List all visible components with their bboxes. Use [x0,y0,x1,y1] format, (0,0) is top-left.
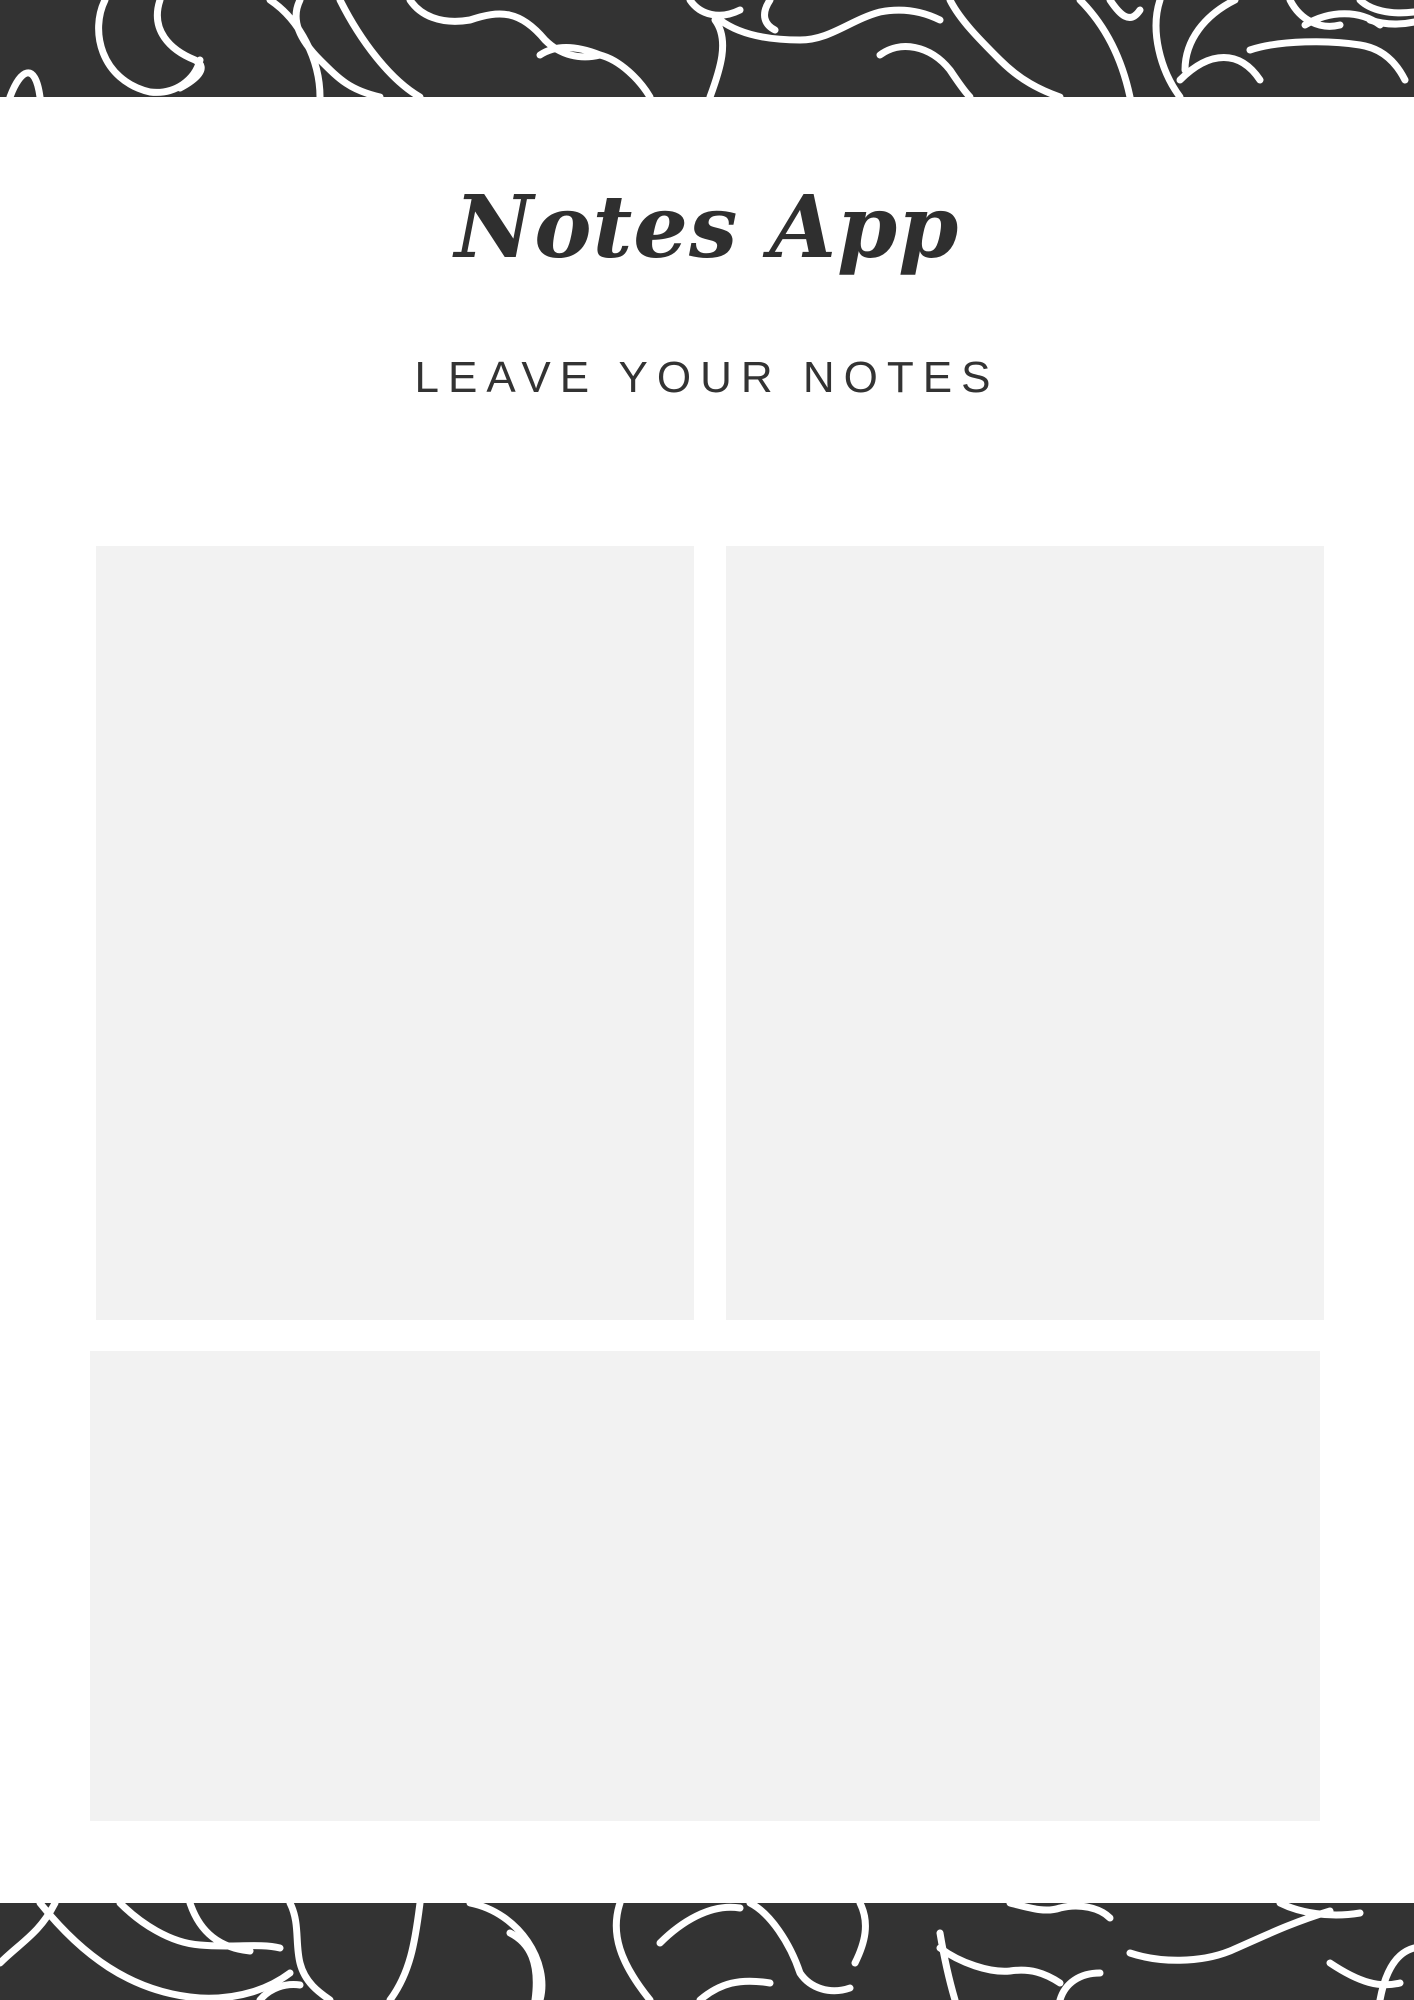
decorative-floral-band-top [0,0,1414,97]
floral-pattern-bottom [0,1903,1414,2000]
floral-pattern-top [6,0,1414,97]
note-card-3[interactable] [90,1351,1320,1821]
app-subtitle: LEAVE YOUR NOTES [414,353,1000,402]
decorative-floral-band-bottom [0,1903,1414,2000]
note-card-2[interactable] [726,546,1324,1320]
app-title: Notes App [454,177,960,278]
note-card-1[interactable] [96,546,694,1320]
